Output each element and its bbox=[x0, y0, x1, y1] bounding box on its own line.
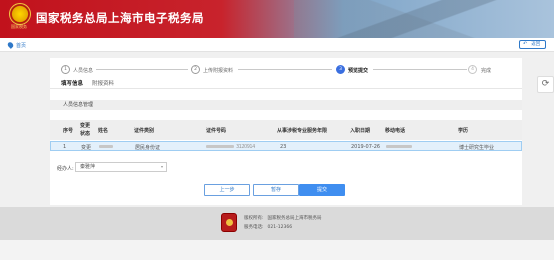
cell-id-number: 3120914 bbox=[206, 144, 255, 150]
back-button[interactable]: ↶ 返回 bbox=[519, 40, 546, 49]
cell-years: 23 bbox=[280, 144, 287, 150]
cell-index: 1 bbox=[63, 144, 67, 150]
tab-divider bbox=[50, 88, 522, 89]
cell-education: 博士研究生毕业 bbox=[459, 145, 495, 151]
main-panel: 1 人员信息 2 上传附报资料 3 预览提交 4 完成 填写信息 附报资料 人员… bbox=[50, 58, 522, 205]
col-index: 序号 bbox=[63, 128, 74, 134]
refresh-icon[interactable]: ⟳ bbox=[537, 76, 554, 93]
step-connector bbox=[373, 69, 467, 70]
prev-step-button[interactable]: 上一步 bbox=[204, 184, 250, 196]
redacted-block bbox=[206, 145, 234, 148]
col-change-status-2: 状态 bbox=[80, 131, 91, 137]
breadcrumb-home-link[interactable]: 首页 bbox=[16, 42, 26, 49]
save-draft-button[interactable]: 暂存 bbox=[253, 184, 299, 196]
agent-label: 经办人: bbox=[57, 166, 74, 172]
step-connector bbox=[96, 69, 188, 70]
step-4-label: 完成 bbox=[481, 68, 492, 74]
col-id-number: 证件号码 bbox=[206, 128, 227, 134]
site-footer: 版权所有: 国家税务总局上海市税务局 服务电话: 021-12366 bbox=[0, 207, 554, 240]
tab-attachments[interactable]: 附报资料 bbox=[92, 79, 114, 87]
step-1-indicator: 1 bbox=[61, 65, 70, 74]
step-3-indicator: 3 bbox=[336, 65, 345, 74]
cell-join-date: 2019-07-26 bbox=[351, 144, 381, 150]
step-connector bbox=[238, 69, 332, 70]
col-id-type: 证件类别 bbox=[134, 128, 155, 134]
table-header: 序号 变更 状态 姓名 证件类别 证件号码 从事涉税专业服务年限 入职日期 移动… bbox=[50, 120, 522, 140]
cell-id-type: 居民身份证 bbox=[135, 145, 161, 151]
footer-copyright: 版权所有: 国家税务总局上海市税务局 bbox=[244, 216, 322, 221]
cell-change-status: 变更 bbox=[81, 145, 92, 151]
page-bottom bbox=[0, 240, 554, 260]
great-wall-banner bbox=[294, 0, 554, 38]
step-2-label: 上传附报资料 bbox=[203, 68, 234, 74]
step-4-indicator: 4 bbox=[468, 65, 477, 74]
footer-phone: 服务电话: 021-12366 bbox=[244, 225, 293, 230]
col-education: 学历 bbox=[458, 128, 469, 134]
emblem-caption: 国家税务 bbox=[11, 24, 27, 29]
tax-badge-icon bbox=[221, 213, 237, 232]
breadcrumb: 首页 bbox=[0, 38, 554, 52]
step-1-label: 人员信息 bbox=[73, 68, 94, 74]
chevron-down-icon: ▾ bbox=[160, 164, 163, 169]
tax-emblem-icon bbox=[9, 3, 31, 25]
step-2-indicator: 2 bbox=[191, 65, 200, 74]
submit-button[interactable]: 提交 bbox=[299, 184, 345, 196]
table-row[interactable]: 1 变更 居民身份证 3120914 23 2019-07-26 博士研究生毕业 bbox=[50, 141, 522, 151]
cell-mobile bbox=[386, 144, 414, 150]
col-name: 姓名 bbox=[98, 128, 109, 134]
location-pin-icon bbox=[6, 41, 15, 49]
col-change-status-1: 变更 bbox=[80, 123, 91, 129]
agent-selected-value: 秦雅萍 bbox=[80, 164, 96, 170]
cell-name bbox=[99, 144, 115, 150]
site-title: 国家税务总局上海市电子税务局 bbox=[36, 13, 204, 25]
col-years: 从事涉税专业服务年限 bbox=[277, 128, 328, 134]
col-mobile: 移动电话 bbox=[385, 128, 406, 134]
step-3-label: 预览提交 bbox=[348, 68, 369, 74]
undo-arrow-icon: ↶ bbox=[523, 41, 528, 47]
progress-steps: 1 人员信息 2 上传附报资料 3 预览提交 4 完成 bbox=[50, 64, 522, 76]
section-title: 人员信息管理 bbox=[50, 100, 522, 110]
site-header: 国家税务 国家税务总局上海市电子税务局 bbox=[0, 0, 554, 38]
agent-select[interactable]: 秦雅萍 ▾ bbox=[75, 162, 167, 172]
col-join-date: 入职日期 bbox=[350, 128, 371, 134]
